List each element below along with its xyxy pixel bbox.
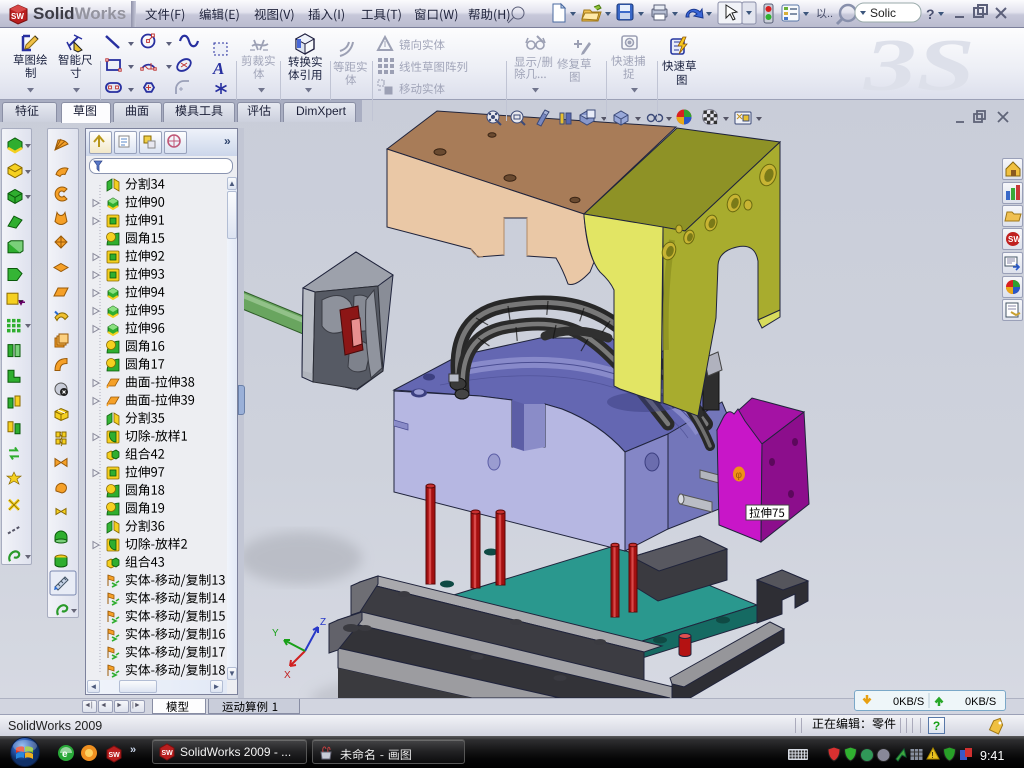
svg-text:0KB/S: 0KB/S [965,696,996,708]
svg-text:以..: 以.. [816,8,833,20]
svg-text:A: A [212,59,224,78]
svg-text:SW: SW [162,750,174,757]
svg-text:SW: SW [11,12,24,21]
svg-text:0KB/S: 0KB/S [893,696,924,708]
svg-text:X: X [284,670,291,681]
svg-text:»: » [130,745,136,756]
svg-text:Solic: Solic [870,6,896,20]
svg-text:Z: Z [320,617,326,628]
svg-text:e: e [62,749,68,760]
svg-text:SW: SW [1008,235,1021,244]
svg-text:?: ? [926,6,935,22]
svg-text:!: ! [932,751,934,760]
svg-text:Y: Y [272,628,279,639]
svg-text:φ: φ [736,470,743,481]
svg-text:SW: SW [109,752,121,759]
svg-text:9:41: 9:41 [980,749,1004,763]
